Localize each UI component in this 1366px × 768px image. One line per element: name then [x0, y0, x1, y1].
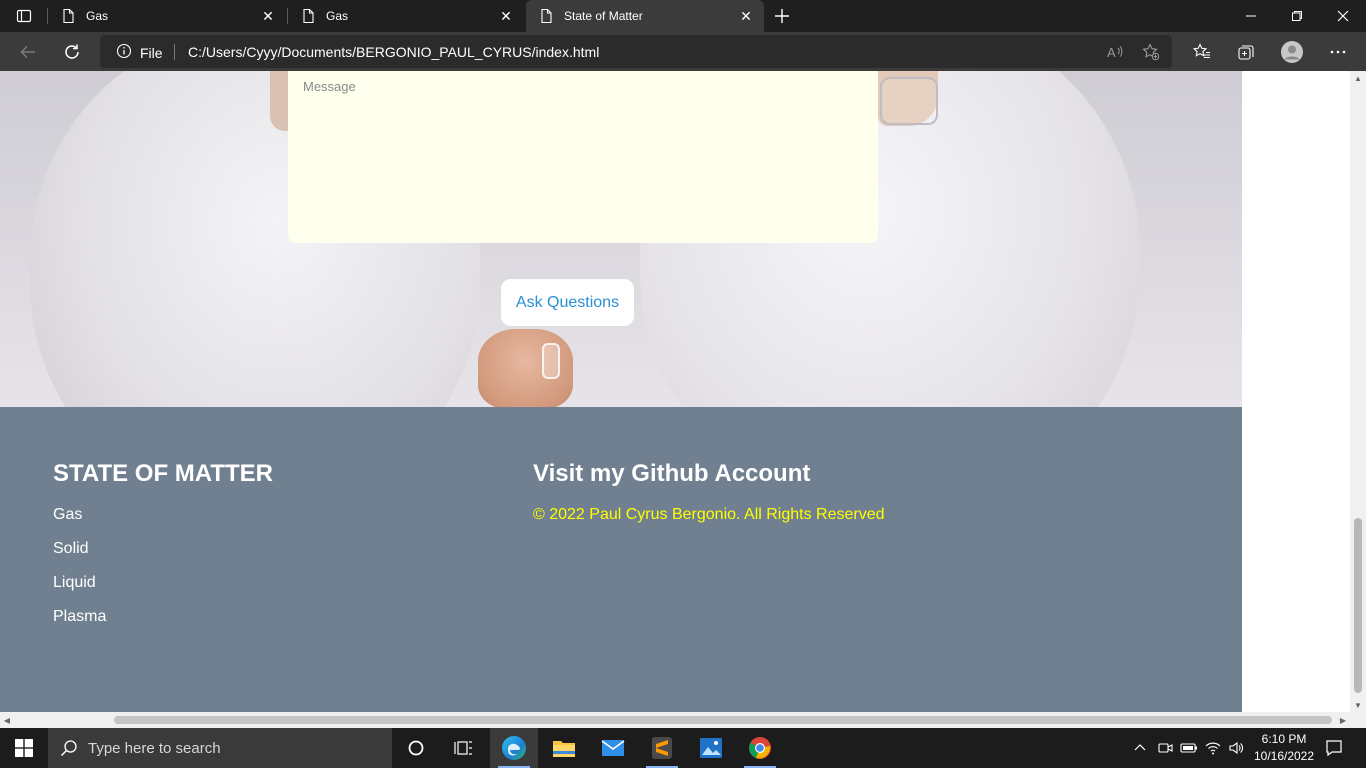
address-bar[interactable]: File C:/Users/Cyyy/Documents/BERGONIO_PA… [100, 35, 1172, 68]
goggles-icon [880, 77, 938, 125]
refresh-icon[interactable] [58, 38, 86, 66]
footer-github-title[interactable]: Visit my Github Account [533, 460, 810, 488]
profile-avatar-icon[interactable] [1278, 38, 1306, 66]
footer-link-solid[interactable]: Solid [53, 540, 89, 558]
scheme-label: File [140, 44, 163, 61]
battery-icon[interactable] [1179, 728, 1199, 768]
scroll-right-arrow-icon[interactable]: ▶ [1336, 712, 1350, 728]
tab-title: State of Matter [564, 9, 643, 23]
edge-browser-icon[interactable] [490, 728, 538, 768]
page-icon [538, 8, 554, 24]
footer-brand-title: STATE OF MATTER [53, 460, 273, 487]
close-icon[interactable]: ✕ [734, 4, 758, 28]
footer: STATE OF MATTER Gas Solid Liquid Plasma … [0, 407, 1242, 712]
scroll-down-arrow-icon[interactable]: ▼ [1350, 698, 1366, 712]
windows-taskbar: 6:10 PM 10/16/2022 [0, 728, 1366, 768]
message-textarea[interactable] [288, 71, 878, 243]
taskbar-search[interactable] [48, 728, 392, 768]
search-input[interactable] [88, 739, 368, 757]
sublime-text-icon[interactable] [638, 728, 686, 768]
meet-now-icon[interactable] [1155, 728, 1175, 768]
file-explorer-icon[interactable] [540, 728, 588, 768]
taskbar-clock[interactable]: 6:10 PM 10/16/2022 [1246, 731, 1322, 765]
windows-start-icon[interactable] [0, 728, 48, 768]
read-aloud-icon[interactable]: A [1104, 41, 1126, 63]
footer-link-liquid[interactable]: Liquid [53, 574, 96, 592]
tab-title: Gas [326, 9, 349, 23]
page-viewport: Ask Questions STATE OF MATTER Gas Solid … [0, 71, 1350, 712]
favorites-icon[interactable] [1188, 38, 1216, 66]
add-favorite-icon[interactable] [1140, 41, 1162, 63]
more-options-icon[interactable] [1324, 38, 1352, 66]
scroll-left-arrow-icon[interactable]: ◀ [0, 712, 14, 728]
photos-icon[interactable] [687, 728, 735, 768]
close-icon[interactable]: ✕ [256, 4, 280, 28]
info-icon [116, 43, 132, 62]
close-window-icon[interactable] [1320, 0, 1366, 32]
browser-tab-3-active[interactable]: State of Matter ✕ [526, 0, 764, 32]
restore-icon[interactable] [1274, 0, 1320, 32]
close-icon[interactable]: ✕ [494, 4, 518, 28]
footer-link-plasma[interactable]: Plasma [53, 608, 106, 626]
task-view-icon[interactable] [440, 728, 488, 768]
notification-center-icon[interactable] [1320, 728, 1348, 768]
page-icon [300, 8, 316, 24]
copyright-text: © 2022 Paul Cyrus Bergonio. All Rights R… [533, 506, 885, 523]
scrollbar-thumb[interactable] [1354, 518, 1362, 693]
new-tab-icon[interactable] [770, 4, 794, 28]
volume-icon[interactable] [1226, 728, 1246, 768]
chrome-icon[interactable] [736, 728, 784, 768]
browser-tab-2[interactable]: Gas ✕ [288, 0, 524, 32]
show-hidden-icons-chevron-icon[interactable] [1130, 728, 1150, 768]
tab-actions-icon[interactable] [10, 5, 38, 27]
svg-text:A: A [1107, 45, 1116, 60]
page-icon [60, 8, 76, 24]
ask-questions-button[interactable]: Ask Questions [501, 279, 634, 326]
clock-time: 6:10 PM [1261, 732, 1307, 746]
scrollbar-thumb[interactable] [114, 716, 1332, 724]
back-arrow-icon[interactable] [14, 38, 42, 66]
cortana-icon[interactable] [392, 728, 440, 768]
vertical-scrollbar[interactable]: ▲ ▼ [1350, 71, 1366, 712]
test-tube-icon [542, 343, 560, 379]
browser-tab-1[interactable]: Gas ✕ [48, 0, 286, 32]
minimize-icon[interactable] [1228, 0, 1274, 32]
search-icon [60, 739, 78, 757]
url-text[interactable]: C:/Users/Cyyy/Documents/BERGONIO_PAUL_CY… [188, 44, 599, 60]
mail-icon[interactable] [589, 728, 637, 768]
footer-link-gas[interactable]: Gas [53, 506, 82, 524]
collections-icon[interactable] [1232, 38, 1260, 66]
contact-section: Ask Questions [0, 71, 1242, 407]
browser-tab-strip: Gas ✕ Gas ✕ State of Matter ✕ [0, 0, 1366, 32]
tab-title: Gas [86, 9, 109, 23]
wifi-icon[interactable] [1203, 728, 1223, 768]
browser-toolbar: File C:/Users/Cyyy/Documents/BERGONIO_PA… [0, 32, 1366, 71]
address-separator [174, 44, 175, 60]
scroll-up-arrow-icon[interactable]: ▲ [1350, 71, 1366, 85]
horizontal-scrollbar[interactable]: ◀ ▶ [0, 712, 1366, 728]
clock-date: 10/16/2022 [1253, 749, 1315, 763]
site-info[interactable]: File [116, 43, 163, 62]
